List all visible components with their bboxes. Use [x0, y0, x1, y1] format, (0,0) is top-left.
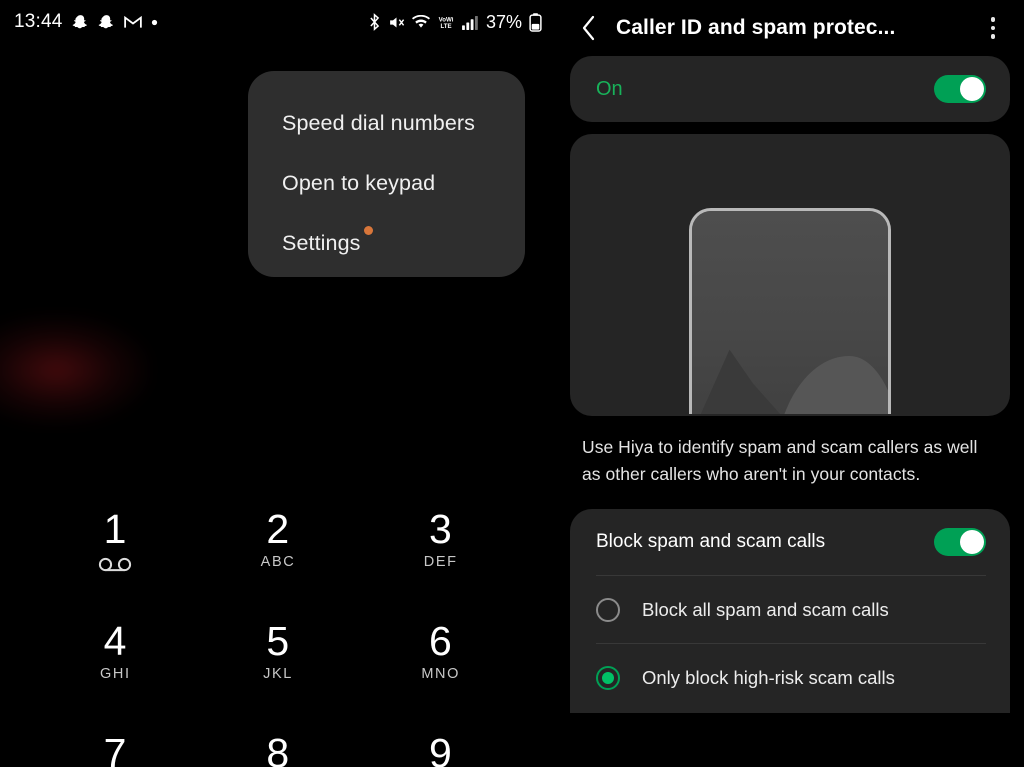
- option-label: Block all spam and scam calls: [642, 598, 889, 620]
- menu-item-label: Speed dial numbers: [282, 110, 476, 135]
- dialpad-key-3[interactable]: 3 DEF: [359, 505, 522, 617]
- master-toggle-switch[interactable]: [934, 75, 986, 103]
- back-button[interactable]: [570, 10, 606, 46]
- dialpad-key-4[interactable]: 4 GHI: [34, 617, 197, 729]
- voicemail-icon: [99, 557, 132, 571]
- dialer-overflow-menu[interactable]: Speed dial numbers Open to keypad Settin…: [248, 71, 525, 277]
- snapchat-icon: [98, 14, 113, 28]
- page-title: Caller ID and spam protec...: [616, 16, 896, 39]
- dialer-pane: 13:44 VoWi LTE 37% Speed dial numbers Op…: [0, 0, 556, 767]
- menu-item-settings[interactable]: Settings: [248, 213, 525, 273]
- toggle-knob: [960, 77, 984, 101]
- option-block-all[interactable]: Block all spam and scam calls: [570, 576, 1010, 643]
- dialpad-key-number: 2: [266, 506, 290, 552]
- radio-button[interactable]: [596, 597, 620, 622]
- svg-text:LTE: LTE: [440, 23, 451, 30]
- block-spam-toggle-switch[interactable]: [934, 528, 986, 557]
- master-toggle-label: On: [596, 77, 623, 100]
- dialpad-key-number: 5: [266, 618, 290, 664]
- menu-item-speed-dial[interactable]: Speed dial numbers: [248, 93, 525, 153]
- wifi-icon: [411, 15, 430, 28]
- settings-pane: Caller ID and spam protec... On DERS: [556, 0, 1024, 767]
- option-label: Only block high-risk scam calls: [642, 666, 895, 688]
- master-toggle-card[interactable]: On: [570, 56, 1010, 122]
- dialpad-key-6[interactable]: 6 MNO: [359, 617, 522, 729]
- more-vertical-icon: [990, 25, 996, 31]
- dialpad-key-1[interactable]: 1: [34, 505, 197, 617]
- dialpad-key-number: 3: [429, 506, 453, 552]
- phone-illustration: [689, 208, 891, 414]
- block-spam-card: Block spam and scam calls Block all spam…: [570, 509, 1010, 714]
- dialpad-key-number: 8: [266, 730, 290, 767]
- dialpad-key-number: 6: [429, 618, 453, 664]
- gmail-icon: [123, 15, 142, 28]
- chevron-left-icon: [582, 15, 594, 41]
- status-bar-left: 13:44: [14, 11, 158, 33]
- feature-description: Use Hiya to identify spam and scam calle…: [582, 437, 978, 484]
- radio-button-selected[interactable]: [596, 665, 620, 690]
- dialpad-key-number: 1: [103, 506, 127, 552]
- background-artifact: [0, 315, 150, 425]
- dialpad-key-letters: GHI: [100, 665, 131, 682]
- settings-overflow-button[interactable]: [976, 10, 1010, 46]
- dialpad-key-7[interactable]: 7 PQRS: [34, 729, 197, 767]
- block-spam-label: Block spam and scam calls: [596, 531, 826, 553]
- dot-icon: [151, 19, 157, 25]
- battery-icon: [529, 12, 542, 32]
- more-vertical-icon: [990, 17, 996, 22]
- dialpad-key-number: 9: [429, 730, 453, 767]
- bluetooth-icon: [370, 13, 380, 31]
- status-clock: 13:44: [14, 11, 63, 32]
- phone-screenshot: 13:44 VoWi LTE 37% Speed dial numbers Op…: [0, 0, 1024, 767]
- volte-icon: VoWiLTE: [439, 16, 454, 30]
- status-bar-right: VoWi LTE 37%: [368, 12, 542, 33]
- master-toggle-row[interactable]: On: [570, 56, 1010, 122]
- more-vertical-icon: [990, 34, 996, 39]
- dialpad-key-letters: ABC: [260, 553, 296, 570]
- dialpad-key-8[interactable]: 8 TUV: [197, 729, 360, 767]
- signal-icon: [462, 15, 478, 30]
- toggle-knob: [960, 530, 984, 555]
- snapchat-icon: [72, 14, 87, 28]
- dialpad-key-9[interactable]: 9 WXYZ: [359, 729, 522, 767]
- dialpad-key-2[interactable]: 2 ABC: [197, 505, 360, 617]
- menu-item-label: Open to keypad: [282, 170, 436, 195]
- dialpad-key-number: 7: [103, 730, 127, 767]
- illustration-card: DERS: [570, 134, 1010, 416]
- new-badge-dot: [363, 226, 373, 235]
- mute-icon: [390, 17, 405, 27]
- dialpad-key-letters: MNO: [421, 665, 460, 682]
- battery-percent: 37%: [485, 11, 522, 32]
- dialpad[interactable]: 1 2 ABC 3 DEF 4 GHI 5 JKL 6 MNO 7 8 9: [0, 505, 556, 767]
- menu-item-open-to-keypad[interactable]: Open to keypad: [248, 153, 525, 213]
- app-bar: Caller ID and spam protec...: [556, 0, 1024, 56]
- menu-item-label: Settings: [282, 230, 361, 255]
- dialpad-key-letters: DEF: [423, 553, 458, 570]
- dialpad-key-number: 4: [103, 618, 127, 664]
- dialpad-key-letters: JKL: [263, 665, 293, 682]
- option-high-risk-only[interactable]: Only block high-risk scam calls: [570, 644, 1010, 711]
- status-bar: 13:44 VoWi LTE 37%: [0, 0, 556, 44]
- dialpad-key-5[interactable]: 5 JKL: [197, 617, 360, 729]
- block-spam-header-row[interactable]: Block spam and scam calls: [570, 509, 1010, 575]
